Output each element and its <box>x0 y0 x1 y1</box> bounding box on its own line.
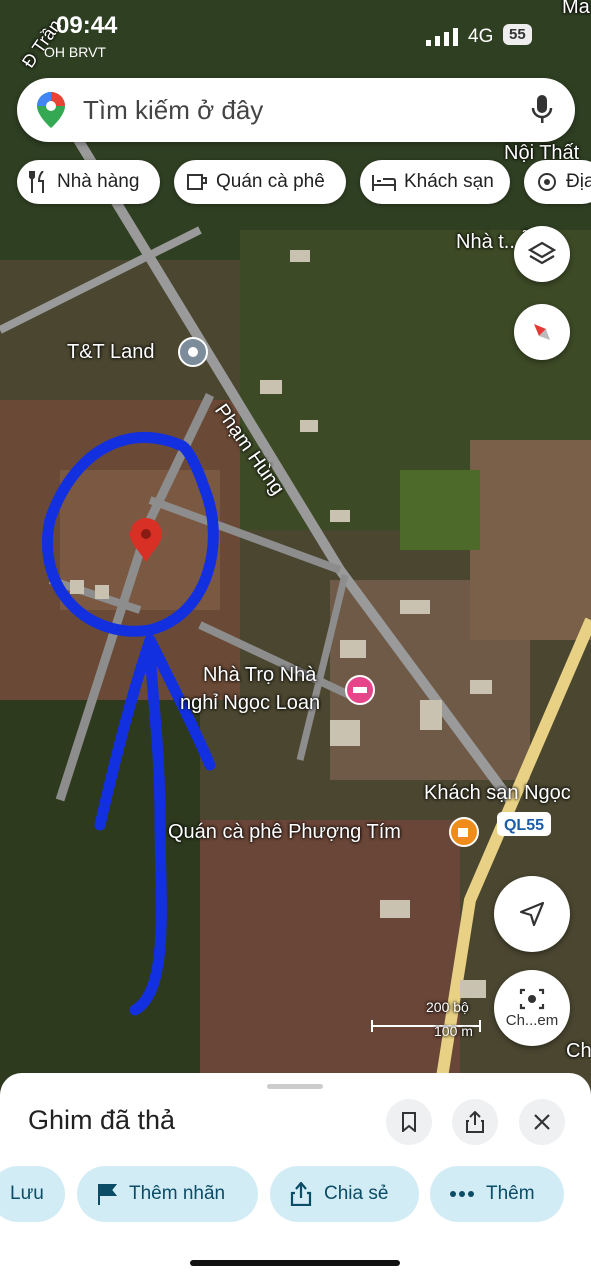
sheet-title: Ghim đã thả <box>28 1105 176 1135</box>
more-action-button[interactable]: Thêm <box>430 1166 564 1222</box>
svg-text:QL55: QL55 <box>504 817 544 834</box>
status-time: 09:44 <box>56 12 118 39</box>
label-khach-san[interactable]: Khách sạn Ngọc <box>424 782 571 805</box>
chip-cafe-label: Quán cà phê <box>216 171 325 192</box>
search-placeholder: Tìm kiếm ở đây <box>83 95 264 125</box>
share-action-button[interactable]: Chia sẻ <box>270 1166 419 1222</box>
camera-lens-icon <box>519 988 545 1009</box>
battery-level: 55 <box>503 24 532 45</box>
more-action-label: Thêm <box>486 1183 535 1204</box>
flag-icon <box>98 1184 117 1205</box>
coffee-cup-icon <box>187 174 207 190</box>
maps-logo-icon <box>37 92 65 128</box>
chip-restaurant[interactable]: Nhà hàng <box>17 160 160 204</box>
chip-hotel[interactable]: Khách sạn <box>360 160 510 204</box>
compass-button[interactable] <box>514 304 570 360</box>
lens-button[interactable]: Ch...em <box>494 970 570 1046</box>
terrain-patch <box>200 820 460 1090</box>
cafe-poi-icon[interactable] <box>449 817 479 847</box>
chip-cafe[interactable]: Quán cà phê <box>174 160 346 204</box>
save-action-label: Lưu <box>10 1183 44 1204</box>
label-ch: Ch <box>566 1040 591 1062</box>
share-action-label: Chia sẻ <box>324 1183 389 1204</box>
scale-m-label: 100 m <box>434 1023 473 1039</box>
network-type: 4G <box>468 26 494 47</box>
layers-button[interactable] <box>514 226 570 282</box>
search-bar[interactable]: Tìm kiếm ở đây <box>17 78 575 142</box>
label-nha-tro-1[interactable]: Nhà Trọ Nhà <box>203 664 316 687</box>
compass-icon <box>534 324 550 340</box>
share-action-icon <box>290 1182 312 1206</box>
save-action-button[interactable]: Lưu <box>0 1166 65 1222</box>
navigation-arrow-icon <box>519 901 545 927</box>
chip-attraction-label: Địa <box>566 171 591 192</box>
signal-icon <box>426 28 458 46</box>
microphone-icon[interactable] <box>531 95 553 125</box>
tt-land-poi-icon[interactable] <box>178 337 208 367</box>
close-button[interactable] <box>519 1099 565 1145</box>
sheet-drag-handle[interactable] <box>267 1084 323 1089</box>
hotel-poi-icon[interactable] <box>345 675 375 705</box>
more-dots-icon <box>450 1191 474 1197</box>
label-nha-tro-2[interactable]: nghỉ Ngọc Loan <box>180 692 320 715</box>
terrain-patch <box>400 470 480 550</box>
status-bar: 09:44 OH BRVT 4G 55 <box>0 0 591 70</box>
ql55-shield: QL55 <box>497 812 551 836</box>
bookmark-icon <box>402 1112 416 1132</box>
terrain-patch <box>0 700 200 1090</box>
terrain-patch <box>470 440 591 640</box>
bottom-sheet[interactable]: Ghim đã thả Lưu Thêm nhãn Chia sẻ Thêm <box>0 1073 591 1280</box>
scale-ft-label: 200 bộ <box>426 999 469 1015</box>
home-indicator[interactable] <box>190 1260 400 1266</box>
add-label-label: Thêm nhãn <box>129 1183 226 1204</box>
share-icon <box>466 1111 484 1133</box>
chip-attraction[interactable]: Địa <box>524 160 591 204</box>
chip-hotel-label: Khách sạn <box>404 171 494 192</box>
add-label-button[interactable]: Thêm nhãn <box>77 1166 258 1222</box>
bed-icon <box>372 175 396 191</box>
share-button[interactable] <box>452 1099 498 1145</box>
fork-knife-icon <box>29 171 44 193</box>
my-location-button[interactable] <box>494 876 570 952</box>
label-quan-ca-phe[interactable]: Quán cà phê Phượng Tím <box>168 821 401 844</box>
chip-restaurant-label: Nhà hàng <box>57 171 140 192</box>
label-tt-land[interactable]: T&T Land <box>67 341 154 364</box>
bookmark-button[interactable] <box>386 1099 432 1145</box>
status-carrier-sub: OH BRVT <box>44 44 106 60</box>
lens-label: Ch...em <box>505 1011 559 1029</box>
layers-icon <box>528 241 556 265</box>
landmark-icon <box>538 173 556 191</box>
close-icon <box>534 1114 550 1130</box>
